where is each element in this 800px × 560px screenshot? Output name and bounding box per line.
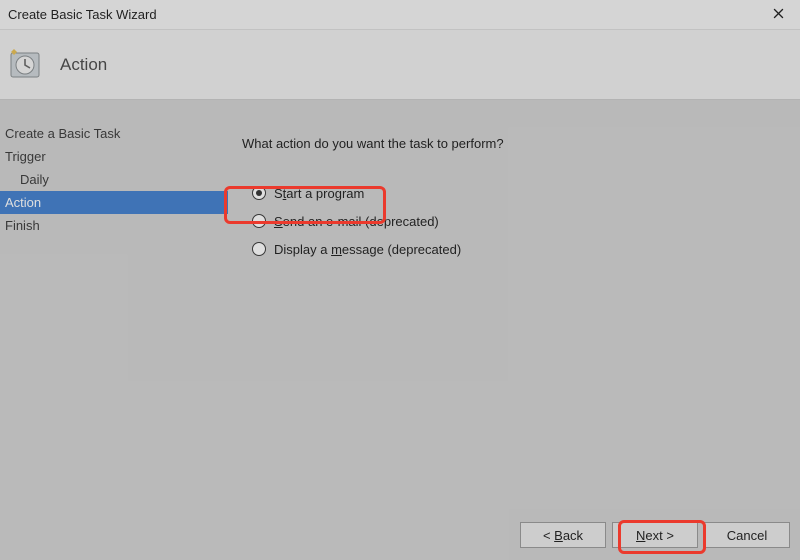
sidebar-item-trigger[interactable]: Trigger <box>0 145 228 168</box>
button-label: Cancel <box>727 528 767 543</box>
titlebar: Create Basic Task Wizard <box>0 0 800 30</box>
sidebar-item-finish[interactable]: Finish <box>0 214 228 237</box>
close-button[interactable] <box>756 0 800 29</box>
wizard-body: Create a Basic Task Trigger Daily Action… <box>0 100 800 510</box>
step-title: Action <box>60 55 107 75</box>
window-title: Create Basic Task Wizard <box>8 7 157 22</box>
back-button[interactable]: < Back <box>520 522 606 548</box>
radio-icon <box>252 214 266 228</box>
radio-label: Start a program <box>274 186 364 201</box>
wizard-header: Action <box>0 30 800 100</box>
radio-send-email[interactable]: Send an e-mail (deprecated) <box>242 207 786 235</box>
prompt-text: What action do you want the task to perf… <box>242 136 786 151</box>
radio-icon <box>252 242 266 256</box>
radio-display-message[interactable]: Display a message (deprecated) <box>242 235 786 263</box>
button-label: < Back <box>543 528 583 543</box>
radio-label: Display a message (deprecated) <box>274 242 461 257</box>
sidebar-item-action[interactable]: Action <box>0 191 228 214</box>
close-icon <box>773 7 784 22</box>
sidebar-item-create[interactable]: Create a Basic Task <box>0 122 228 145</box>
button-label: Next > <box>636 528 674 543</box>
content-pane: What action do you want the task to perf… <box>228 100 800 510</box>
radio-start-program[interactable]: Start a program <box>242 179 786 207</box>
footer: < Back Next > Cancel <box>0 510 800 560</box>
cancel-button[interactable]: Cancel <box>704 522 790 548</box>
radio-icon <box>252 186 266 200</box>
sidebar: Create a Basic Task Trigger Daily Action… <box>0 100 228 510</box>
next-button[interactable]: Next > <box>612 522 698 548</box>
wizard-clock-icon <box>8 48 42 82</box>
radio-label: Send an e-mail (deprecated) <box>274 214 439 229</box>
sidebar-item-daily[interactable]: Daily <box>0 168 228 191</box>
